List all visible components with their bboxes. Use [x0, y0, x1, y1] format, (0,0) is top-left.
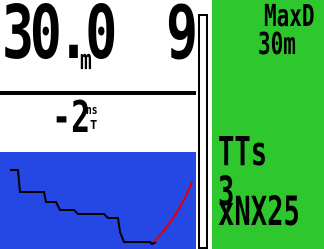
dive-profile-graph — [0, 152, 196, 249]
max-depth-value: 30m — [258, 27, 296, 62]
no-deco-limit-value: 9 — [166, 0, 199, 76]
main-dive-pane: 30.0 m 9 -2 ns T — [0, 0, 199, 249]
scrollbar[interactable] — [198, 14, 208, 249]
stop-unit: ns — [86, 103, 98, 117]
info-side-panel: MaxD 30m TTs 3 xNX25 — [212, 0, 324, 249]
dive-computer-screen: 30.0 m 9 -2 ns T MaxD 30m TTs 3 xNX25 — [0, 0, 324, 249]
dive-profile-line — [10, 169, 157, 246]
dive-profile-svg — [10, 169, 193, 246]
stop-depth-value: -2 — [52, 92, 91, 143]
ascent-profile-line — [153, 181, 193, 243]
divider-line — [0, 91, 196, 95]
stop-unit-sub: T — [90, 118, 98, 132]
current-depth-value: 30.0 — [2, 0, 117, 76]
gas-mix: xNX25 — [218, 189, 300, 235]
depth-unit: m — [80, 43, 92, 76]
